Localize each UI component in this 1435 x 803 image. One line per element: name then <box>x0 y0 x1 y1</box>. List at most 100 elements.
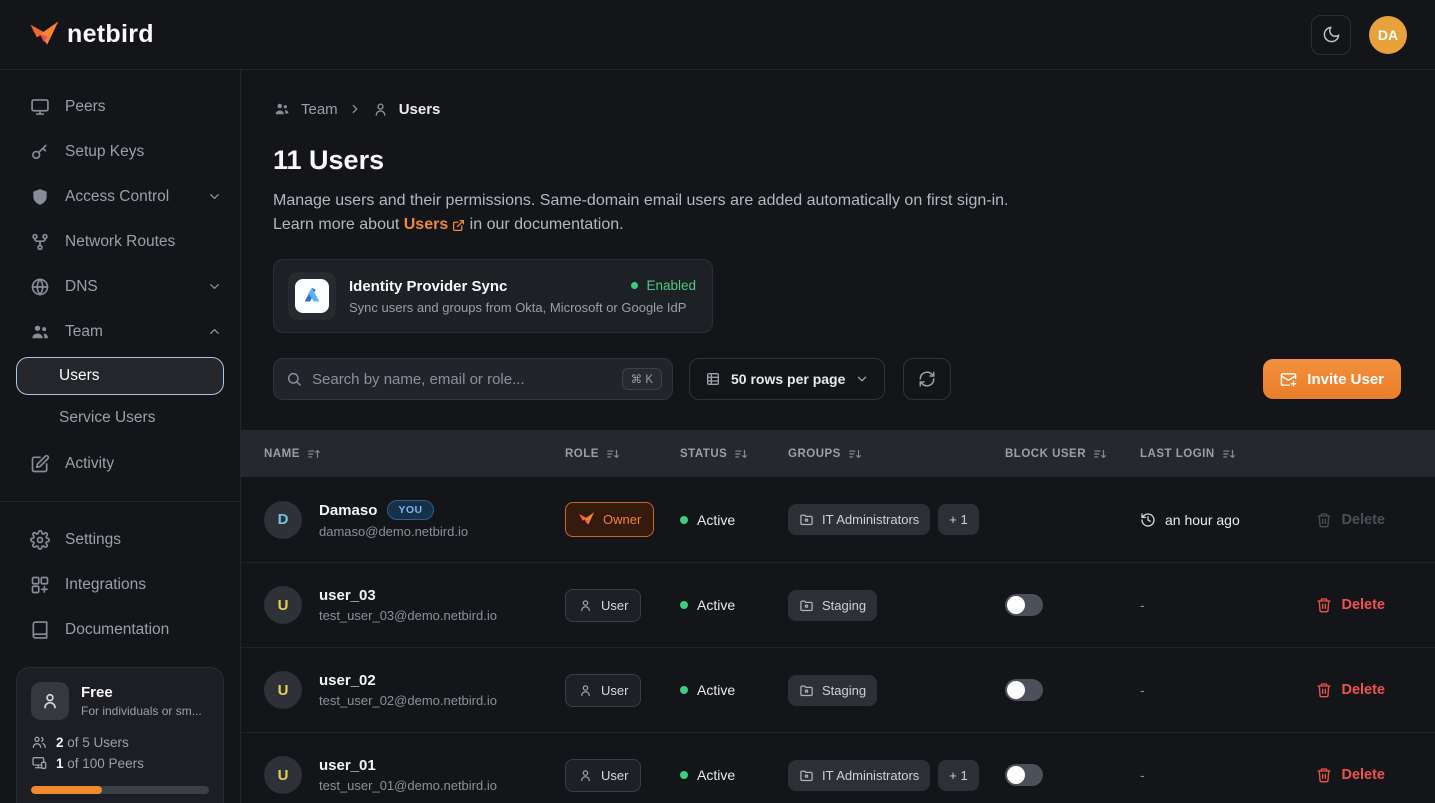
plan-progress-track <box>31 786 209 794</box>
plan-users-usage: 2 of 5 Users <box>31 734 209 750</box>
groups-cell: Staging <box>788 675 1005 706</box>
column-header-groups[interactable]: GROUPS <box>788 447 1005 461</box>
user-name: user_03 <box>319 587 376 604</box>
users-doc-link[interactable]: Users <box>404 213 465 237</box>
delete-button[interactable]: Delete <box>1316 767 1385 783</box>
sidebar-item-access-control[interactable]: Access Control <box>0 174 240 219</box>
dark-mode-toggle[interactable] <box>1311 15 1351 55</box>
column-header-last-login[interactable]: LAST LOGIN <box>1140 447 1300 461</box>
sidebar-item-integrations[interactable]: Integrations <box>0 562 240 607</box>
sidebar-item-setup-keys[interactable]: Setup Keys <box>0 129 240 174</box>
table-row: D DamasoYOU damaso@demo.netbird.io Owner… <box>241 477 1435 562</box>
column-header-role[interactable]: ROLE <box>565 447 680 461</box>
role-badge: Owner <box>565 502 654 537</box>
breadcrumb: Team Users <box>273 100 1401 118</box>
you-badge: YOU <box>387 500 433 520</box>
folder-icon <box>799 512 814 527</box>
group-badge: Staging <box>788 675 877 706</box>
trash-icon <box>1316 767 1332 783</box>
block-user-toggle[interactable] <box>1005 679 1043 701</box>
sidebar-item-label: DNS <box>65 278 98 296</box>
status-cell: Active <box>680 682 788 698</box>
mail-plus-icon <box>1280 371 1297 388</box>
table-row: U user_01 test_user_01@demo.netbird.io U… <box>241 732 1435 803</box>
group-badge: IT Administrators <box>788 760 930 791</box>
delete-button[interactable]: Delete <box>1316 682 1385 698</box>
plan-icon-box <box>31 682 69 720</box>
breadcrumb-users[interactable]: Users <box>399 101 441 118</box>
sidebar-item-service-users[interactable]: Service Users <box>16 398 224 438</box>
documentation-icon <box>30 620 50 640</box>
sort-down-icon <box>606 447 620 461</box>
column-label: STATUS <box>680 448 727 460</box>
table-header: NAME ROLESTATUS GROUPSBLOCK USERLAST LOGIN <box>241 430 1435 477</box>
dns-icon <box>30 277 50 297</box>
sidebar-item-dns[interactable]: DNS <box>0 264 240 309</box>
user-email: test_user_03@demo.netbird.io <box>319 608 497 623</box>
trash-icon <box>1316 512 1332 528</box>
group-badge: IT Administrators <box>788 504 930 535</box>
status-dot <box>631 282 638 289</box>
sidebar-item-settings[interactable]: Settings <box>0 517 240 562</box>
integrations-icon <box>30 575 50 595</box>
plan-card: Free For individuals or sm... 2 of 5 Use… <box>16 667 224 803</box>
users-table: NAME ROLESTATUS GROUPSBLOCK USERLAST LOGIN… <box>241 430 1435 803</box>
user-email: damaso@demo.netbird.io <box>319 524 468 539</box>
row-avatar: U <box>264 671 302 709</box>
plan-name: Free <box>81 684 202 701</box>
idp-sync-card[interactable]: Identity Provider Sync Sync users and gr… <box>273 259 713 333</box>
block-user-toggle[interactable] <box>1005 594 1043 616</box>
extra-groups-badge: + 1 <box>938 504 978 535</box>
extra-groups-badge: + 1 <box>938 760 978 791</box>
block-user-toggle[interactable] <box>1005 764 1043 786</box>
person-icon <box>40 691 60 711</box>
sidebar-item-peers[interactable]: Peers <box>0 84 240 129</box>
sort-down-icon <box>734 447 748 461</box>
rows-per-page-select[interactable]: 50 rows per page <box>689 358 885 400</box>
idp-status-badge: Enabled <box>631 278 696 293</box>
groups-cell: IT Administrators + 1 <box>788 760 1005 791</box>
toolbar: ⌘ K 50 rows per page <box>273 358 1401 400</box>
user-avatar[interactable]: DA <box>1369 16 1407 54</box>
sidebar-item-label: Access Control <box>65 188 169 206</box>
sidebar-item-label: Settings <box>65 531 121 549</box>
invite-user-button[interactable]: Invite User <box>1263 359 1401 399</box>
table-row: U user_03 test_user_03@demo.netbird.io U… <box>241 562 1435 647</box>
user-name: Damaso <box>319 502 377 519</box>
moon-icon <box>1322 25 1341 44</box>
rows-icon <box>705 371 721 387</box>
team-breadcrumb-icon <box>273 100 291 118</box>
folder-icon <box>799 683 814 698</box>
sidebar-item-network-routes[interactable]: Network Routes <box>0 219 240 264</box>
column-label: NAME <box>264 448 300 460</box>
search-input[interactable] <box>312 371 612 388</box>
status-dot <box>680 686 688 694</box>
sidebar-item-team[interactable]: Team <box>0 309 240 354</box>
external-link-icon <box>452 219 465 232</box>
activity-icon <box>30 454 50 474</box>
sidebar-nav: PeersSetup Keys Access Control Network Rou… <box>0 84 240 652</box>
sort-down-icon <box>1222 447 1236 461</box>
sidebar-item-users[interactable]: Users <box>16 357 224 395</box>
user-role-icon <box>578 598 593 613</box>
search-box: ⌘ K <box>273 358 673 400</box>
status-cell: Active <box>680 512 788 528</box>
block-user-cell <box>1005 594 1140 616</box>
toggle-knob <box>1007 766 1025 784</box>
table-body: D DamasoYOU damaso@demo.netbird.io Owner… <box>241 477 1435 803</box>
column-header-status[interactable]: STATUS <box>680 447 788 461</box>
delete-button[interactable]: Delete <box>1316 597 1385 613</box>
settings-icon <box>30 530 50 550</box>
role-badge: User <box>565 589 641 622</box>
user-role-icon <box>578 768 593 783</box>
folder-icon <box>799 768 814 783</box>
chevron-right-icon <box>348 102 362 116</box>
column-header-name[interactable]: NAME <box>264 447 565 461</box>
refresh-button[interactable] <box>903 358 951 400</box>
netbird-logo[interactable]: netbird <box>28 19 154 51</box>
sidebar-item-documentation[interactable]: Documentation <box>0 607 240 652</box>
breadcrumb-team[interactable]: Team <box>301 101 338 118</box>
column-header-block-user[interactable]: BLOCK USER <box>1005 447 1140 461</box>
folder-icon <box>799 598 814 613</box>
sidebar-item-activity[interactable]: Activity <box>0 441 240 486</box>
